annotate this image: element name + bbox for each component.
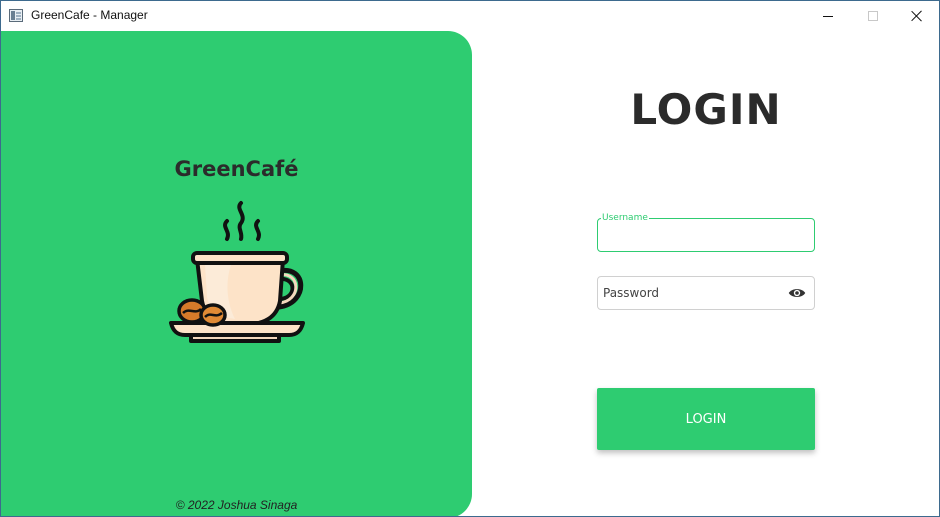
copyright-text: © 2022 Joshua Sinaga (175, 498, 298, 512)
maximize-icon (868, 11, 878, 21)
username-input[interactable] (598, 219, 814, 251)
brand-panel: GreenCafé © 2022 Joshua Sinaga (1, 31, 472, 516)
coffee-cup-illustration (169, 201, 305, 343)
password-field[interactable] (597, 276, 815, 310)
window-title: GreenCafe - Manager (31, 8, 148, 22)
title-bar[interactable]: GreenCafe - Manager (1, 1, 939, 31)
username-field[interactable]: Username (597, 213, 815, 252)
login-button[interactable]: LOGIN (597, 388, 815, 450)
close-button[interactable] (894, 1, 939, 31)
brand-name: GreenCafé (174, 157, 299, 181)
close-icon (911, 10, 923, 22)
minimize-icon (823, 15, 833, 17)
eye-icon[interactable] (788, 286, 806, 300)
app-icon (9, 9, 23, 22)
app-window: GreenCafe - Manager GreenCafé © 2022 Jos… (0, 0, 940, 517)
password-input[interactable] (598, 277, 814, 309)
login-heading: LOGIN (630, 85, 782, 134)
minimize-button[interactable] (805, 1, 851, 31)
maximize-button[interactable] (850, 1, 896, 31)
